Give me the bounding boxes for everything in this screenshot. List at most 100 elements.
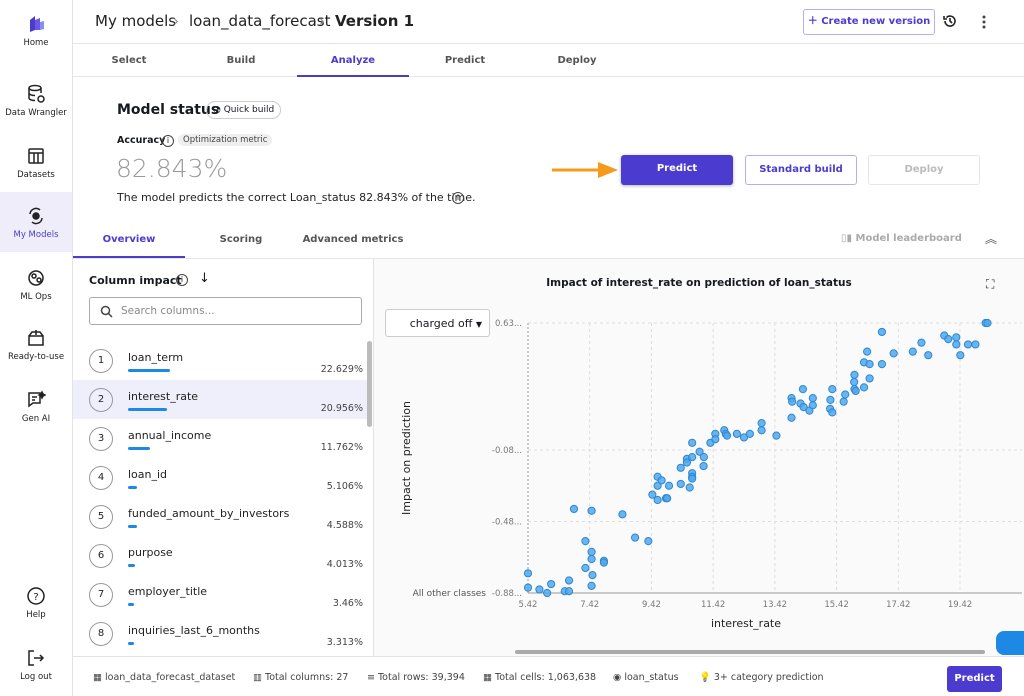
sidebar-label: Help — [26, 610, 46, 620]
scrollbar[interactable] — [367, 341, 372, 427]
data-point — [828, 408, 837, 417]
y-axis-label: Impact on prediction — [400, 401, 413, 515]
sidebar-item-help[interactable]: ? Help — [0, 586, 72, 620]
collapse-icon[interactable]: ︽ — [985, 230, 997, 247]
data-point — [787, 413, 796, 422]
total-columns-text: Total columns: 27 — [265, 672, 349, 683]
sidebar-label: Ready-to-use — [7, 352, 65, 362]
tab-overview[interactable]: Overview — [73, 228, 185, 258]
predict-button[interactable]: Predict — [621, 155, 733, 185]
sidebar-item-home[interactable]: Home — [0, 14, 72, 48]
info-icon[interactable]: i — [452, 192, 464, 204]
breadcrumb-separator: › — [173, 12, 179, 30]
sidebar-item-datasets[interactable]: Datasets — [0, 146, 72, 180]
sidebar-label: Home — [23, 38, 49, 48]
tab-advanced-metrics[interactable]: Advanced metrics — [297, 228, 409, 258]
data-point — [676, 463, 685, 472]
footer-predict-button[interactable]: Predict — [947, 666, 1002, 692]
column-list-item[interactable]: 3 annual_income 11.762% — [73, 419, 367, 458]
column-impact-panel: Column impact i ↓ Search columns... 1 lo… — [73, 258, 374, 656]
column-list-item[interactable]: 4 loan_id 5.106% — [73, 458, 367, 497]
tab-analyze[interactable]: Analyze — [297, 44, 409, 77]
dataset-info: ▦ loan_data_forecast_dataset — [93, 672, 235, 683]
impact-percent: 4.013% — [326, 559, 363, 570]
sidebar-item-data-wrangler[interactable]: Data Wrangler — [0, 84, 72, 118]
column-list-item[interactable]: 8 inquiries_last_6_months 3.313% — [73, 614, 367, 653]
model-leaderboard-button[interactable]: ▯▮ Model leaderboard — [841, 233, 962, 244]
chat-feedback-button[interactable] — [996, 631, 1024, 655]
standard-build-button[interactable]: Standard build — [745, 155, 857, 185]
data-point — [587, 547, 596, 556]
column-list-item[interactable]: 2 interest_rate 20.956% — [73, 380, 367, 419]
sidebar-label: ML Ops — [20, 292, 52, 302]
impact-bar — [128, 369, 171, 372]
data-point — [839, 397, 848, 406]
tab-scoring[interactable]: Scoring — [185, 228, 297, 258]
data-point — [547, 579, 556, 589]
data-point — [653, 495, 662, 505]
horizontal-scrollbar[interactable] — [515, 650, 985, 654]
create-label: Create new version — [821, 16, 931, 27]
data-point — [711, 435, 720, 444]
dataset-icon: ▦ — [93, 672, 105, 683]
columns-icon: ▥ — [253, 672, 265, 683]
data-point — [983, 318, 992, 328]
data-point — [722, 431, 732, 440]
sidebar-item-gen-ai[interactable]: Gen AI — [0, 390, 72, 424]
sidebar-item-ready-to-use[interactable]: Ready-to-use — [0, 328, 72, 362]
footer: ▦ loan_data_forecast_dataset ▥ Total col… — [73, 656, 1024, 696]
column-list-item[interactable]: 6 purpose 4.013% — [73, 536, 367, 575]
x-tick-label: 17.42 — [886, 600, 910, 610]
column-name: loan_term — [128, 351, 184, 364]
data-point — [587, 554, 596, 564]
breadcrumb-model[interactable]: loan_data_forecast — [189, 12, 331, 30]
y-tick-label: -0.08... — [492, 446, 522, 456]
create-new-version-button[interactable]: ＋ Create new version — [803, 9, 935, 35]
model-type-text: 3+ category prediction — [713, 672, 824, 683]
bar-chart-icon: ▯▮ — [841, 233, 856, 244]
search-columns-input[interactable]: Search columns... — [89, 297, 362, 325]
tab-build[interactable]: Build — [185, 44, 297, 77]
sidebar-item-my-models[interactable]: My Models — [0, 192, 72, 252]
breadcrumb-version: Version 1 — [335, 12, 415, 30]
orange-arrow-annotation — [552, 162, 618, 178]
data-point — [688, 474, 697, 483]
plus-icon: ＋ — [807, 16, 822, 27]
data-point — [772, 431, 781, 440]
sort-descending-icon[interactable]: ↓ — [199, 271, 210, 286]
column-name: loan_id — [128, 468, 168, 481]
data-point — [676, 479, 685, 489]
sidebar-item-ml-ops[interactable]: ML Ops — [0, 268, 72, 302]
data-point — [917, 338, 926, 347]
data-point — [863, 347, 872, 356]
x-tick-label: 5.42 — [519, 600, 538, 610]
column-name: purpose — [128, 546, 173, 559]
data-point — [644, 537, 653, 546]
data-point — [599, 558, 609, 567]
sidebar-label: My Models — [13, 230, 59, 240]
data-point — [699, 461, 708, 471]
data-point — [865, 374, 874, 383]
ml-ops-icon — [28, 270, 44, 286]
deploy-button[interactable]: Deploy — [868, 155, 980, 185]
column-list-item[interactable]: 1 loan_term 22.629% — [73, 341, 367, 380]
info-icon[interactable]: i — [162, 135, 174, 147]
model-type: 💡 3+ category prediction — [699, 672, 824, 683]
rank-badge: 8 — [89, 622, 113, 646]
chat-sparkle-icon — [28, 390, 46, 408]
tab-predict[interactable]: Predict — [409, 44, 521, 77]
column-list-item[interactable]: 5 funded_amount_by_investors 4.588% — [73, 497, 367, 536]
sidebar-item-log-out[interactable]: Log out — [0, 648, 72, 682]
tab-select[interactable]: Select — [73, 44, 185, 77]
info-icon[interactable]: i — [176, 274, 188, 286]
tab-deploy[interactable]: Deploy — [521, 44, 633, 77]
data-point — [859, 383, 869, 392]
total-cells: ▦ Total cells: 1,063,638 — [483, 672, 596, 683]
more-options-icon[interactable] — [981, 14, 987, 30]
history-icon[interactable] — [942, 13, 958, 29]
breadcrumb-my-models[interactable]: My models — [95, 12, 176, 30]
data-point — [664, 481, 674, 490]
column-list-item[interactable]: 7 employer_title 3.46% — [73, 575, 367, 614]
data-point — [808, 393, 817, 403]
impact-percent: 11.762% — [320, 442, 363, 453]
